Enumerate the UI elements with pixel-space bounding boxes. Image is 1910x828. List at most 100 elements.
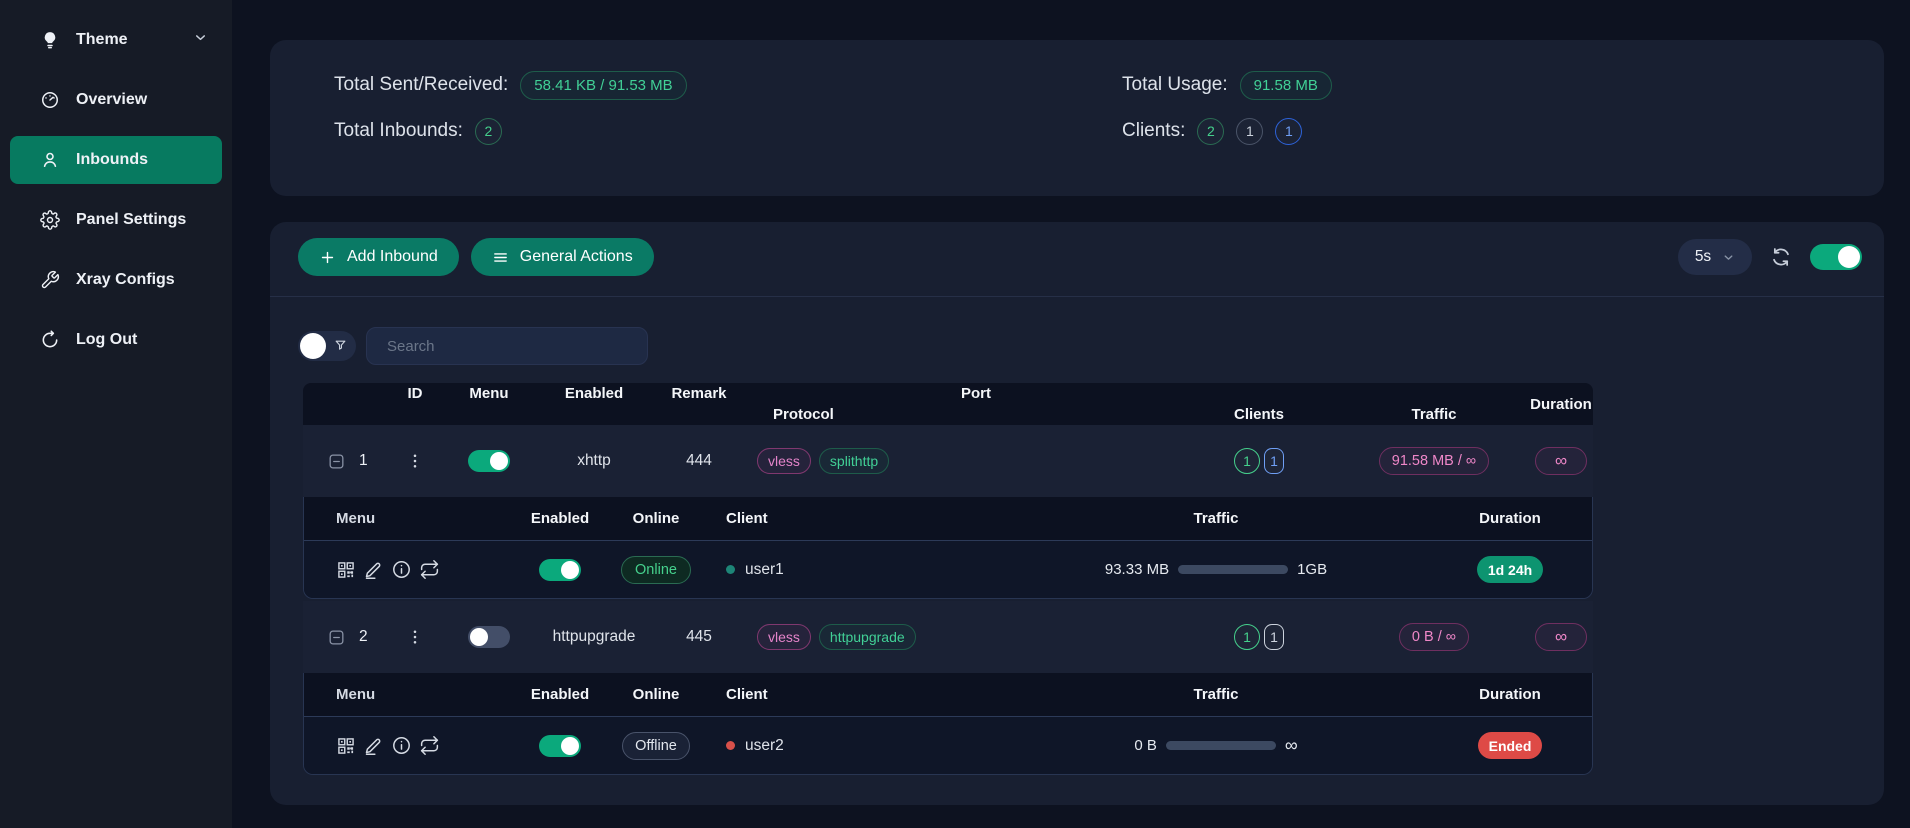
client-traffic: 93.33 MB 1GB [1105, 561, 1327, 578]
traffic-total: 1GB [1297, 561, 1327, 578]
total-sent-received-label: Total Sent/Received: [334, 74, 508, 96]
client-row: Online user1 93.33 MB 1GB 1d [304, 541, 1592, 598]
inbounds-table: ID Menu Enabled Remark Port Protocol Cli… [303, 383, 1593, 775]
qr-code-icon[interactable] [336, 736, 356, 756]
inbounds-card: Add Inbound General Actions 5s [270, 222, 1884, 805]
client-status-dot [726, 741, 735, 750]
sub-header-traffic: Traffic [1006, 686, 1426, 703]
sidebar-item-theme[interactable]: Theme [10, 16, 222, 64]
toolbar: Add Inbound General Actions 5s [270, 222, 1884, 296]
kebab-menu-icon[interactable] [406, 628, 424, 646]
reset-traffic-icon[interactable] [419, 559, 440, 580]
auto-refresh-toggle[interactable] [1810, 244, 1862, 270]
funnel-icon [333, 338, 348, 358]
general-actions-button[interactable]: General Actions [471, 238, 654, 276]
logout-icon [40, 330, 60, 350]
transport-badge: httpupgrade [819, 624, 916, 650]
inbound-group-2: 2 httpupgrade 445 vless httpupgrade [303, 601, 1593, 775]
reset-traffic-icon[interactable] [419, 735, 440, 756]
protocol-badge: vless [757, 448, 811, 474]
header-traffic: Traffic [1339, 406, 1529, 423]
table-header-row: ID Menu Enabled Remark Port Protocol Cli… [303, 383, 1593, 425]
sub-header-duration: Duration [1426, 510, 1593, 527]
edit-icon[interactable] [363, 559, 384, 580]
client-header-row: Menu Enabled Online Client Traffic Durat… [304, 497, 1592, 541]
menu-lines-icon [492, 249, 509, 266]
header-port: Port [749, 385, 1179, 402]
traffic-progress-bar [1178, 565, 1288, 574]
inbound-duration-badge: ∞ [1535, 623, 1587, 651]
sub-header-client: Client [696, 686, 1006, 703]
inbound-traffic-badge: 91.58 MB / ∞ [1379, 447, 1490, 475]
traffic-used: 93.33 MB [1105, 561, 1169, 578]
user-icon [40, 150, 60, 170]
transport-badge: splithttp [819, 448, 889, 474]
clients-gray-badge: 1 [1236, 118, 1263, 145]
sidebar-item-log-out[interactable]: Log Out [10, 316, 222, 364]
filter-toggle[interactable] [298, 331, 356, 361]
inbound-port: 444 [649, 452, 749, 470]
inbound-remark: xhttp [539, 452, 649, 470]
collapse-icon[interactable] [327, 452, 346, 471]
client-row: Offline user2 0 B ∞ Ended [304, 717, 1592, 774]
refresh-icon[interactable] [1770, 246, 1792, 268]
header-duration: Duration [1530, 396, 1592, 413]
traffic-total: ∞ [1285, 735, 1298, 756]
client-details: Menu Enabled Online Client Traffic Durat… [303, 497, 1593, 599]
inbound-remark: httpupgrade [539, 628, 649, 646]
inbound-enabled-toggle[interactable] [468, 450, 510, 472]
client-count-gray: 1 [1264, 624, 1284, 650]
inbound-traffic-badge: 0 B / ∞ [1399, 623, 1469, 651]
sidebar-item-label: Panel Settings [76, 211, 186, 229]
inbound-port: 445 [649, 628, 749, 646]
add-inbound-label: Add Inbound [347, 248, 438, 266]
gauge-icon [40, 90, 60, 110]
sub-header-traffic: Traffic [1006, 510, 1426, 527]
sidebar-item-panel-settings[interactable]: Panel Settings [10, 196, 222, 244]
clients-blue-badge: 1 [1275, 118, 1302, 145]
client-header-row: Menu Enabled Online Client Traffic Durat… [304, 673, 1592, 717]
info-icon[interactable] [391, 735, 412, 756]
gear-icon [40, 210, 60, 230]
sub-header-menu: Menu [304, 510, 504, 527]
clients-label: Clients: [1122, 120, 1185, 142]
header-protocol: Protocol [749, 406, 1179, 423]
sidebar-item-label: Overview [76, 91, 147, 109]
client-duration-badge: 1d 24h [1477, 556, 1543, 583]
client-count-blue: 1 [1264, 448, 1284, 474]
total-inbounds-badge: 2 [475, 118, 502, 145]
inbound-row: 1 xhttp 444 vless splithttp [303, 425, 1593, 497]
sub-header-menu: Menu [304, 686, 504, 703]
info-icon[interactable] [391, 559, 412, 580]
sub-header-duration: Duration [1426, 686, 1593, 703]
collapse-icon[interactable] [327, 628, 346, 647]
inbound-enabled-toggle[interactable] [468, 626, 510, 648]
client-traffic: 0 B ∞ [1134, 735, 1297, 756]
sidebar-item-xray-configs[interactable]: Xray Configs [10, 256, 222, 304]
refresh-interval-select[interactable]: 5s [1678, 239, 1752, 275]
client-name: user2 [745, 737, 784, 755]
inbound-id: 1 [359, 452, 368, 470]
sidebar-item-label: Xray Configs [76, 271, 175, 289]
client-enabled-toggle[interactable] [539, 559, 581, 581]
sidebar-item-inbounds[interactable]: Inbounds [10, 136, 222, 184]
client-duration-badge: Ended [1478, 732, 1543, 759]
sub-header-enabled: Enabled [504, 686, 616, 703]
add-inbound-button[interactable]: Add Inbound [298, 238, 459, 276]
plus-icon [319, 249, 336, 266]
header-menu: Menu [439, 385, 539, 402]
edit-icon[interactable] [363, 735, 384, 756]
sub-header-online: Online [616, 510, 696, 527]
total-usage-label: Total Usage: [1122, 74, 1228, 96]
inbound-id: 2 [359, 628, 368, 646]
general-actions-label: General Actions [520, 248, 633, 266]
header-id: ID [391, 385, 439, 402]
sub-header-online: Online [616, 686, 696, 703]
sidebar: Theme Overview Inbounds Panel Settings [0, 0, 232, 828]
qr-code-icon[interactable] [336, 560, 356, 580]
client-enabled-toggle[interactable] [539, 735, 581, 757]
kebab-menu-icon[interactable] [406, 452, 424, 470]
online-status-badge: Offline [622, 732, 690, 760]
sidebar-item-overview[interactable]: Overview [10, 76, 222, 124]
search-input[interactable] [366, 327, 648, 365]
